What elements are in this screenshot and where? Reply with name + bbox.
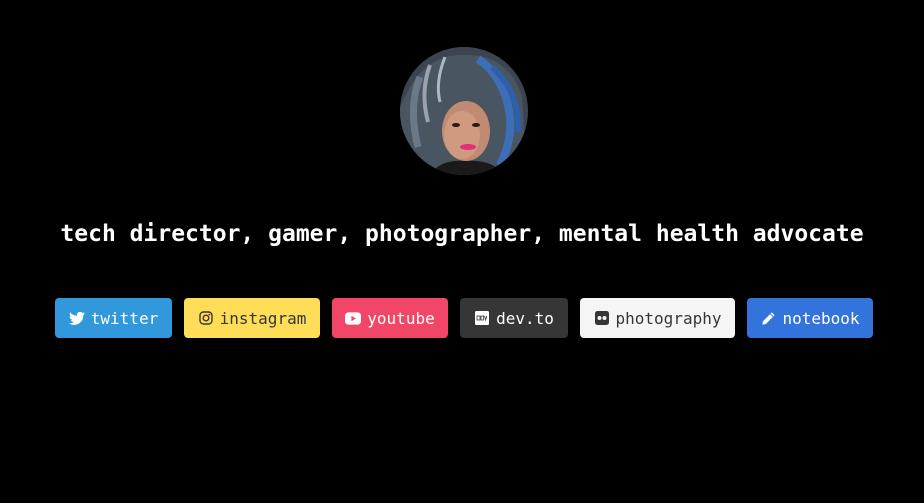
instagram-button[interactable]: instagram: [184, 298, 320, 338]
avatar: [400, 47, 528, 175]
twitter-button[interactable]: twitter: [55, 298, 172, 338]
notebook-label: notebook: [782, 308, 860, 328]
notebook-button[interactable]: notebook: [747, 298, 873, 338]
twitter-label: twitter: [90, 308, 159, 328]
avatar-image: [400, 47, 528, 175]
flickr-icon: [594, 310, 610, 326]
devto-button[interactable]: dev.to: [460, 298, 568, 338]
pencil-icon: [760, 310, 776, 326]
devto-icon: [474, 310, 490, 326]
twitter-icon: [68, 310, 85, 326]
photography-label: photography: [615, 308, 722, 328]
youtube-icon: [345, 310, 362, 326]
instagram-icon: [198, 310, 214, 326]
social-links: twitter instagram youtube dev.to photogr…: [0, 298, 924, 338]
tagline: tech director, gamer, photographer, ment…: [60, 221, 864, 247]
instagram-label: instagram: [219, 308, 307, 328]
devto-label: dev.to: [496, 308, 554, 328]
photography-button[interactable]: photography: [580, 298, 735, 338]
youtube-label: youtube: [367, 308, 435, 328]
youtube-button[interactable]: youtube: [332, 298, 448, 338]
